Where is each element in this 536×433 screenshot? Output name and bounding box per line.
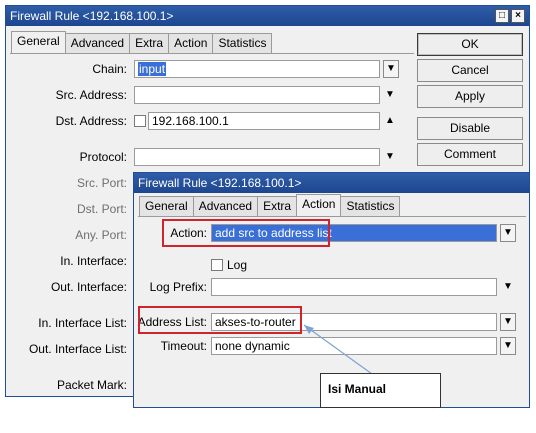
comment-button[interactable]: Comment	[417, 143, 523, 166]
log-label: Log	[227, 258, 248, 272]
dst-address-field[interactable]: 192.168.100.1	[148, 112, 380, 130]
packet-mark-label: Packet Mark:	[56, 378, 127, 392]
timeout-field[interactable]: none dynamic	[211, 337, 497, 355]
front-window-title: Firewall Rule <192.168.100.1>	[138, 176, 302, 190]
log-prefix-label: Log Prefix:	[149, 280, 207, 294]
dst-address-negate-checkbox[interactable]	[134, 115, 146, 127]
dst-address-collapse-icon[interactable]: ▲	[383, 112, 397, 130]
dst-address-value: 192.168.100.1	[152, 114, 229, 128]
in-interface-list-label: In. Interface List:	[38, 316, 127, 330]
dst-port-label: Dst. Port:	[76, 202, 127, 216]
log-prefix-expand-icon[interactable]: ▼	[501, 278, 515, 296]
tab-extra[interactable]: Extra	[129, 33, 170, 53]
dst-address-label: Dst. Address:	[55, 114, 127, 128]
front-tab-extra[interactable]: Extra	[257, 196, 298, 216]
apply-button[interactable]: Apply	[417, 85, 523, 108]
cancel-button[interactable]: Cancel	[417, 59, 523, 82]
chain-field[interactable]: input	[134, 60, 380, 78]
chain-value: input	[138, 62, 167, 76]
front-tab-statistics[interactable]: Statistics	[340, 196, 401, 216]
any-port-label: Any. Port:	[75, 228, 127, 242]
disable-button[interactable]: Disable	[417, 117, 523, 140]
chain-label: Chain:	[92, 62, 127, 76]
protocol-label: Protocol:	[79, 150, 127, 164]
log-checkbox[interactable]	[211, 259, 223, 271]
out-interface-label: Out. Interface:	[50, 280, 127, 294]
front-tab-general[interactable]: General	[139, 196, 194, 216]
action-highlight-box	[162, 219, 330, 247]
maximize-icon[interactable]: □	[495, 9, 509, 23]
address-list-highlight-box	[138, 306, 302, 334]
close-icon[interactable]: ×	[511, 9, 525, 23]
front-tab-action[interactable]: Action	[296, 194, 342, 216]
protocol-field[interactable]	[134, 148, 380, 166]
front-tab-bar: General Advanced Extra Action Statistics	[139, 194, 401, 218]
back-window-title: Firewall Rule <192.168.100.1>	[10, 9, 174, 23]
src-address-expand-icon[interactable]: ▼	[383, 86, 397, 104]
in-interface-label: In. Interface:	[60, 254, 127, 268]
tab-statistics[interactable]: Statistics	[212, 33, 273, 53]
tab-action[interactable]: Action	[168, 33, 214, 53]
tab-general[interactable]: General	[11, 31, 66, 53]
address-list-dropdown-icon[interactable]: ▼	[500, 313, 516, 331]
timeout-dropdown-icon[interactable]: ▼	[500, 337, 516, 355]
ok-button[interactable]: OK	[417, 33, 523, 56]
timeout-value: none dynamic	[215, 339, 290, 353]
action-dropdown-icon[interactable]: ▼	[500, 224, 516, 242]
chain-dropdown-icon[interactable]: ▼	[383, 60, 399, 78]
src-address-field[interactable]	[134, 86, 380, 104]
front-window-titlebar[interactable]: Firewall Rule <192.168.100.1>	[134, 173, 529, 193]
src-port-label: Src. Port:	[76, 176, 127, 190]
out-interface-list-label: Out. Interface List:	[28, 342, 127, 356]
front-tab-advanced[interactable]: Advanced	[192, 196, 259, 216]
src-address-label: Src. Address:	[55, 88, 127, 102]
timeout-label: Timeout:	[160, 339, 207, 353]
protocol-expand-icon[interactable]: ▼	[383, 148, 397, 166]
back-window-titlebar[interactable]: Firewall Rule <192.168.100.1> □ ×	[6, 6, 529, 26]
back-tab-bar: General Advanced Extra Action Statistics	[11, 31, 273, 55]
isi-manual-callout: Isi Manual	[320, 373, 441, 408]
log-prefix-field[interactable]	[211, 278, 497, 296]
tab-advanced[interactable]: Advanced	[64, 33, 131, 53]
